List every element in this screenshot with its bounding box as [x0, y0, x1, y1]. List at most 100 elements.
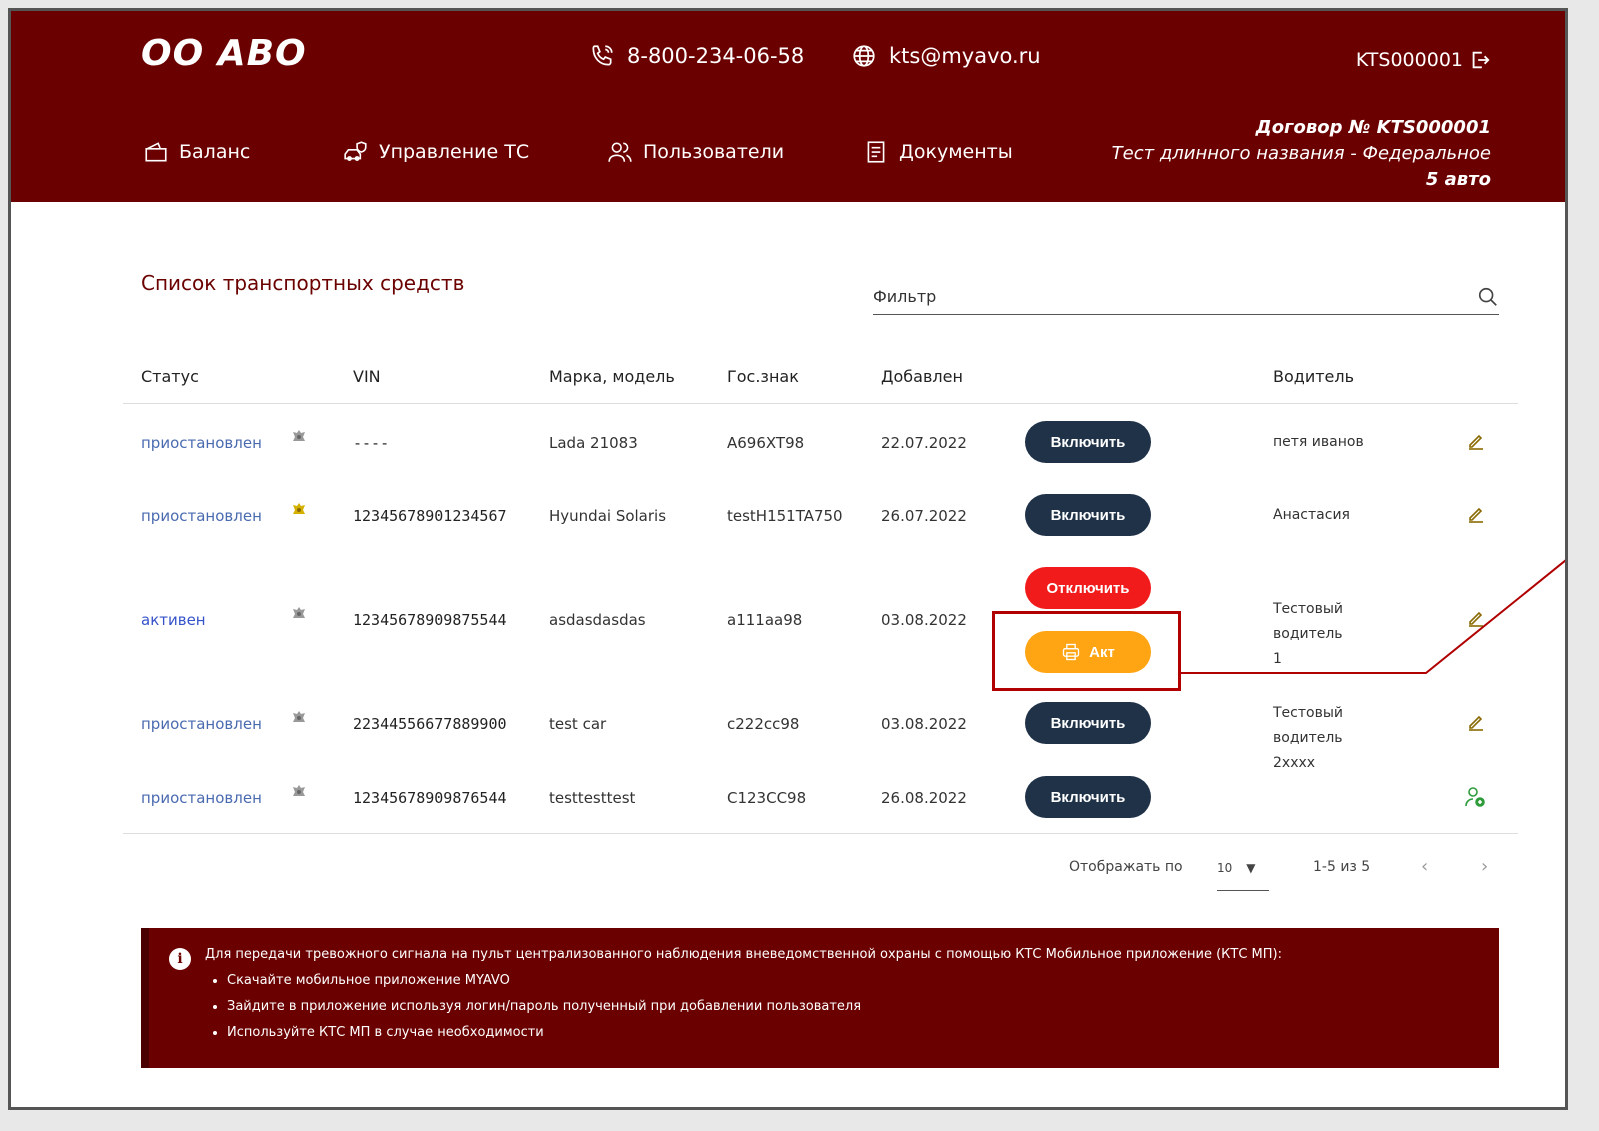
col-plate[interactable]: Гос.знак	[727, 367, 799, 386]
row-driver: Тестовый водитель 2xxxx	[1273, 701, 1413, 776]
per-page-value: 10	[1217, 861, 1233, 875]
row-model: testtesttest	[549, 789, 636, 807]
edit-icon[interactable]	[1466, 504, 1486, 524]
filter-input[interactable]	[873, 287, 1433, 306]
nav-users-label: Пользователи	[643, 141, 785, 163]
enable-button[interactable]: Включить	[1025, 421, 1151, 463]
annotation-line	[1181, 559, 1565, 674]
row-model: test car	[549, 715, 607, 733]
row-model: asdasdasdas	[549, 611, 646, 629]
row-added: 26.07.2022	[881, 507, 967, 525]
row-status: активен	[141, 611, 206, 629]
document-icon	[867, 141, 885, 163]
app-frame: ОО АВО 8-800-234-06-58 kts@myavo.ru KTS0…	[8, 8, 1568, 1110]
row-vin: 22344556677889900	[353, 715, 507, 733]
enable-button[interactable]: Включить	[1025, 776, 1151, 818]
row-status: приостановлен	[141, 715, 262, 733]
row-plate: c222cc98	[727, 715, 800, 733]
caret-down-icon: ▼	[1246, 861, 1256, 875]
highlight-box	[992, 611, 1181, 691]
driver-name: Тестовый водитель	[1273, 705, 1343, 746]
notice-intro: Для передачи тревожного сигнала на пульт…	[205, 947, 1282, 962]
notice-list: Скачайте мобильное приложение MYAVO Зайд…	[227, 968, 1499, 1046]
row-added: 03.08.2022	[881, 611, 967, 629]
per-page-select[interactable]: 10 ▼	[1217, 861, 1269, 891]
enable-button[interactable]: Включить	[1025, 702, 1151, 744]
col-model[interactable]: Марка, модель	[549, 367, 675, 386]
account-id: KTS000001	[1355, 49, 1463, 71]
guard-emblem-icon	[293, 503, 305, 514]
row-status: приостановлен	[141, 507, 262, 525]
list-item: Скачайте мобильное приложение MYAVO	[227, 968, 1499, 994]
row-plate: a111aa98	[727, 611, 803, 629]
guard-emblem-icon	[293, 785, 305, 796]
edit-icon[interactable]	[1466, 712, 1486, 732]
row-model: Lada 21083	[549, 434, 638, 452]
users-icon	[608, 142, 632, 162]
row-vin: 12345678901234567	[353, 507, 507, 525]
nav-users[interactable]: Пользователи	[607, 139, 784, 165]
col-vin[interactable]: VIN	[353, 367, 381, 386]
wallet-icon	[145, 142, 167, 162]
row-driver: петя иванов	[1273, 434, 1364, 450]
row-vin: ----	[353, 434, 390, 452]
guard-emblem-icon	[293, 607, 305, 618]
globe-icon	[853, 45, 875, 67]
contract-name: Тест длинного названия - Федеральное	[1111, 143, 1491, 164]
row-plate: A696XT98	[727, 434, 805, 452]
nav-vehicles-label: Управление ТС	[379, 141, 530, 163]
nav-documents[interactable]: Документы	[863, 139, 1013, 165]
phone-icon	[592, 45, 613, 66]
guard-emblem-icon	[293, 430, 305, 441]
add-driver-icon[interactable]	[1463, 785, 1487, 809]
col-added[interactable]: Добавлен	[881, 367, 963, 386]
vehicles-count: 5 авто	[1425, 169, 1491, 190]
list-item: Зайдите в приложение используя логин/пар…	[227, 994, 1499, 1020]
email-address: kts@myavo.ru	[889, 44, 1041, 68]
row-model: Hyundai Solaris	[549, 507, 667, 525]
next-page-icon[interactable]: ›	[1481, 856, 1488, 877]
edit-icon[interactable]	[1466, 431, 1486, 451]
row-added: 03.08.2022	[881, 715, 967, 733]
info-icon: i	[169, 948, 191, 970]
enable-button[interactable]: Включить	[1025, 494, 1151, 536]
nav-vehicles[interactable]: Управление ТС	[343, 139, 529, 165]
col-driver[interactable]: Водитель	[1273, 367, 1354, 386]
prev-page-icon[interactable]: ‹	[1421, 856, 1428, 877]
row-status: приостановлен	[141, 434, 262, 452]
page-title: Список транспортных средств	[141, 271, 465, 295]
account-menu[interactable]: KTS000001	[1356, 49, 1491, 71]
list-item: Используйте КТС МП в случае необходимост…	[227, 1020, 1499, 1046]
guard-emblem-icon	[293, 711, 305, 722]
row-added: 22.07.2022	[881, 434, 967, 452]
nav-balance[interactable]: Баланс	[143, 139, 250, 165]
nav-balance-label: Баланс	[179, 141, 251, 163]
info-notice: i Для передачи тревожного сигнала на пул…	[141, 928, 1499, 1068]
row-plate: testH151TA750	[727, 507, 843, 525]
phone-number: 8-800-234-06-58	[627, 44, 805, 68]
contract-info: Договор № KTS000001 Тест длинного назван…	[1112, 115, 1491, 193]
header: ОО АВО 8-800-234-06-58 kts@myavo.ru KTS0…	[11, 11, 1565, 202]
row-vin: 12345678909876544	[353, 789, 507, 807]
row-added: 26.08.2022	[881, 789, 967, 807]
row-driver: Анастасия	[1273, 507, 1350, 523]
search-icon[interactable]	[1477, 286, 1499, 308]
email-contact[interactable]: kts@myavo.ru	[851, 43, 1041, 69]
row-plate: C123CC98	[727, 789, 807, 807]
table-divider	[123, 833, 1518, 834]
driver-suffix: 2xxxx	[1273, 755, 1316, 771]
disable-button[interactable]: Отключить	[1025, 567, 1151, 609]
filter-field	[873, 279, 1499, 315]
logout-icon[interactable]	[1469, 49, 1491, 71]
nav-documents-label: Документы	[899, 141, 1013, 163]
per-page-label: Отображать по	[1069, 859, 1183, 875]
row-vin: 12345678909875544	[353, 611, 507, 629]
logo[interactable]: ОО АВО	[141, 33, 307, 74]
col-status[interactable]: Статус	[141, 367, 199, 386]
car-shield-icon	[344, 141, 367, 161]
row-status: приостановлен	[141, 789, 262, 807]
header-divider	[123, 403, 1518, 404]
page-range: 1-5 из 5	[1313, 859, 1371, 875]
contract-number: Договор № KTS000001	[1255, 117, 1491, 138]
phone-contact[interactable]: 8-800-234-06-58	[589, 43, 804, 69]
